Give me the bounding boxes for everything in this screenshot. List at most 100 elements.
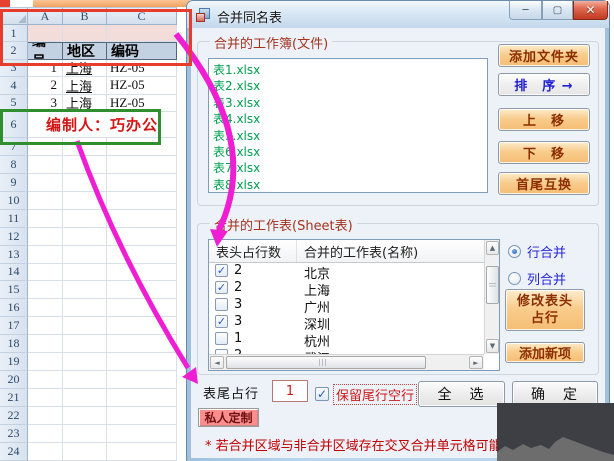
sheet-cell[interactable] bbox=[28, 299, 63, 318]
sheet-cell[interactable] bbox=[28, 281, 63, 300]
sheet-cell[interactable] bbox=[28, 335, 63, 354]
scroll-down-icon[interactable]: ▼ bbox=[486, 339, 499, 353]
sheet-cell[interactable] bbox=[28, 353, 63, 372]
workbook-file-list[interactable]: 表1.xlsx 表2.xlsx 表3.xlsx 表4.xlsx 表5.xlsx 表6.xl… bbox=[208, 58, 488, 193]
sheet-list-row[interactable]: 1 杭州 bbox=[209, 330, 484, 350]
sort-button[interactable]: 排 序 → bbox=[498, 73, 590, 96]
sheet-cell[interactable] bbox=[28, 209, 63, 228]
sheet-cell[interactable] bbox=[107, 245, 177, 264]
sheet-cell[interactable] bbox=[107, 281, 177, 300]
sheet-cell[interactable] bbox=[107, 371, 177, 390]
sheet-cell[interactable] bbox=[63, 442, 107, 461]
sheet-cell[interactable]: 上海 bbox=[63, 77, 107, 95]
sheet-cell[interactable] bbox=[107, 227, 177, 246]
row-header[interactable]: 13 bbox=[0, 245, 28, 264]
row-header[interactable]: 23 bbox=[0, 424, 28, 443]
sheet-list-row[interactable]: ✓ 2 上海 bbox=[209, 279, 484, 299]
sheet-cell[interactable] bbox=[28, 424, 63, 443]
vertical-scroll-thumb[interactable] bbox=[486, 266, 499, 304]
row-header[interactable]: 18 bbox=[0, 335, 28, 354]
file-item[interactable]: 表3.xlsx bbox=[213, 95, 487, 111]
sheet-name-column-header[interactable]: 合并的工作表(名称) bbox=[297, 240, 484, 262]
sheet-cell[interactable] bbox=[63, 209, 107, 228]
add-new-item-button[interactable]: 添加新项 bbox=[505, 342, 585, 363]
file-item[interactable]: 表1.xlsx bbox=[213, 62, 487, 78]
sheet-cell[interactable] bbox=[28, 245, 63, 264]
scroll-up-icon[interactable]: ▲ bbox=[486, 241, 499, 255]
checkbox-checked-icon[interactable]: ✓ bbox=[215, 264, 228, 277]
sheet-cell[interactable] bbox=[28, 263, 63, 282]
file-item[interactable]: 表8.xlsx bbox=[213, 177, 487, 192]
sheet-cell[interactable] bbox=[107, 353, 177, 372]
sheet-cell[interactable] bbox=[63, 173, 107, 192]
sheet-cell[interactable] bbox=[28, 191, 63, 210]
row-header[interactable]: 17 bbox=[0, 317, 28, 336]
column-merge-radio[interactable]: 列合并 bbox=[508, 269, 566, 288]
sheet-cell[interactable] bbox=[63, 281, 107, 300]
sheet-list-row[interactable]: 2武汉 bbox=[209, 347, 484, 354]
sheet-cell[interactable] bbox=[107, 209, 177, 228]
row-header[interactable]: 10 bbox=[0, 191, 28, 210]
sheet-cell[interactable] bbox=[63, 245, 107, 264]
sheet-cell[interactable] bbox=[28, 227, 63, 246]
sheet-cell[interactable] bbox=[63, 335, 107, 354]
file-item[interactable]: 表6.xlsx bbox=[213, 144, 487, 160]
sheet-cell[interactable] bbox=[107, 173, 177, 192]
minimize-button[interactable]: ─ bbox=[509, 1, 542, 20]
select-all-button[interactable]: 全 选 bbox=[418, 381, 505, 407]
row-header[interactable]: 8 bbox=[0, 155, 28, 174]
swap-first-last-button[interactable]: 首尾互换 bbox=[498, 172, 590, 195]
close-button[interactable]: ✕ bbox=[573, 1, 608, 20]
sheet-cell[interactable] bbox=[63, 227, 107, 246]
vertical-scrollbar[interactable]: ▲ ▼ bbox=[484, 240, 499, 354]
sheet-cell[interactable] bbox=[63, 424, 107, 443]
row-header[interactable]: 16 bbox=[0, 299, 28, 318]
row-header[interactable]: 21 bbox=[0, 389, 28, 408]
sheet-cell[interactable] bbox=[63, 407, 107, 425]
checkbox-unchecked-icon[interactable] bbox=[215, 332, 228, 345]
sheet-cell[interactable] bbox=[63, 371, 107, 390]
dialog-titlebar[interactable]: 合并同名表 ─ ▢ ✕ bbox=[187, 1, 609, 28]
keep-blank-label[interactable]: 保留尾行空行 bbox=[333, 384, 418, 405]
file-item[interactable]: 表4.xlsx bbox=[213, 111, 487, 127]
header-rows-column-header[interactable]: 表头占行数 bbox=[209, 240, 297, 262]
sheet-cell[interactable] bbox=[107, 155, 177, 174]
keep-blank-checkbox[interactable]: ✓ bbox=[315, 387, 329, 401]
sheet-cell[interactable] bbox=[28, 371, 63, 390]
sheet-cell[interactable] bbox=[28, 407, 63, 425]
checkbox-checked-icon[interactable]: ✓ bbox=[215, 315, 228, 328]
horizontal-scrollbar[interactable]: ◄ ► bbox=[209, 354, 484, 370]
sheet-cell[interactable] bbox=[107, 263, 177, 282]
sheet-list-row[interactable]: 3 广州 bbox=[209, 296, 484, 316]
private-custom-button[interactable]: 私人定制 bbox=[198, 408, 259, 427]
sheet-cell[interactable] bbox=[28, 442, 63, 461]
checkbox-checked-icon[interactable]: ✓ bbox=[215, 281, 228, 294]
row-header[interactable]: 14 bbox=[0, 263, 28, 282]
sheet-cell[interactable] bbox=[107, 191, 177, 210]
sheet-cell[interactable] bbox=[63, 191, 107, 210]
tail-rows-input[interactable] bbox=[272, 380, 308, 402]
add-folder-button[interactable]: 添加文件夹 bbox=[498, 44, 590, 67]
sheet-cell[interactable]: HZ-05 bbox=[107, 77, 177, 95]
move-up-button[interactable]: 上 移 bbox=[498, 108, 590, 131]
sheet-cell[interactable] bbox=[63, 299, 107, 318]
sheet-cell[interactable] bbox=[107, 407, 177, 425]
maximize-button[interactable]: ▢ bbox=[542, 1, 573, 20]
row-header[interactable]: 11 bbox=[0, 209, 28, 228]
file-item[interactable]: 表5.xlsx bbox=[213, 128, 487, 144]
sheet-cell[interactable] bbox=[28, 317, 63, 336]
sheet-cell[interactable] bbox=[107, 317, 177, 336]
sheet-cell[interactable] bbox=[107, 389, 177, 408]
row-header[interactable]: 24 bbox=[0, 442, 28, 461]
scroll-left-icon[interactable]: ◄ bbox=[210, 356, 224, 369]
scroll-right-icon[interactable]: ► bbox=[469, 356, 483, 369]
horizontal-scroll-thumb[interactable] bbox=[226, 356, 426, 369]
row-header[interactable]: 20 bbox=[0, 371, 28, 390]
sheet-cell[interactable] bbox=[63, 353, 107, 372]
move-down-button[interactable]: 下 移 bbox=[498, 141, 590, 164]
row-header[interactable]: 19 bbox=[0, 353, 28, 372]
sheet-cell[interactable]: 2 bbox=[28, 77, 63, 95]
sheet-cell[interactable] bbox=[63, 317, 107, 336]
row-header[interactable]: 12 bbox=[0, 227, 28, 246]
sheet-cell[interactable] bbox=[107, 442, 177, 461]
